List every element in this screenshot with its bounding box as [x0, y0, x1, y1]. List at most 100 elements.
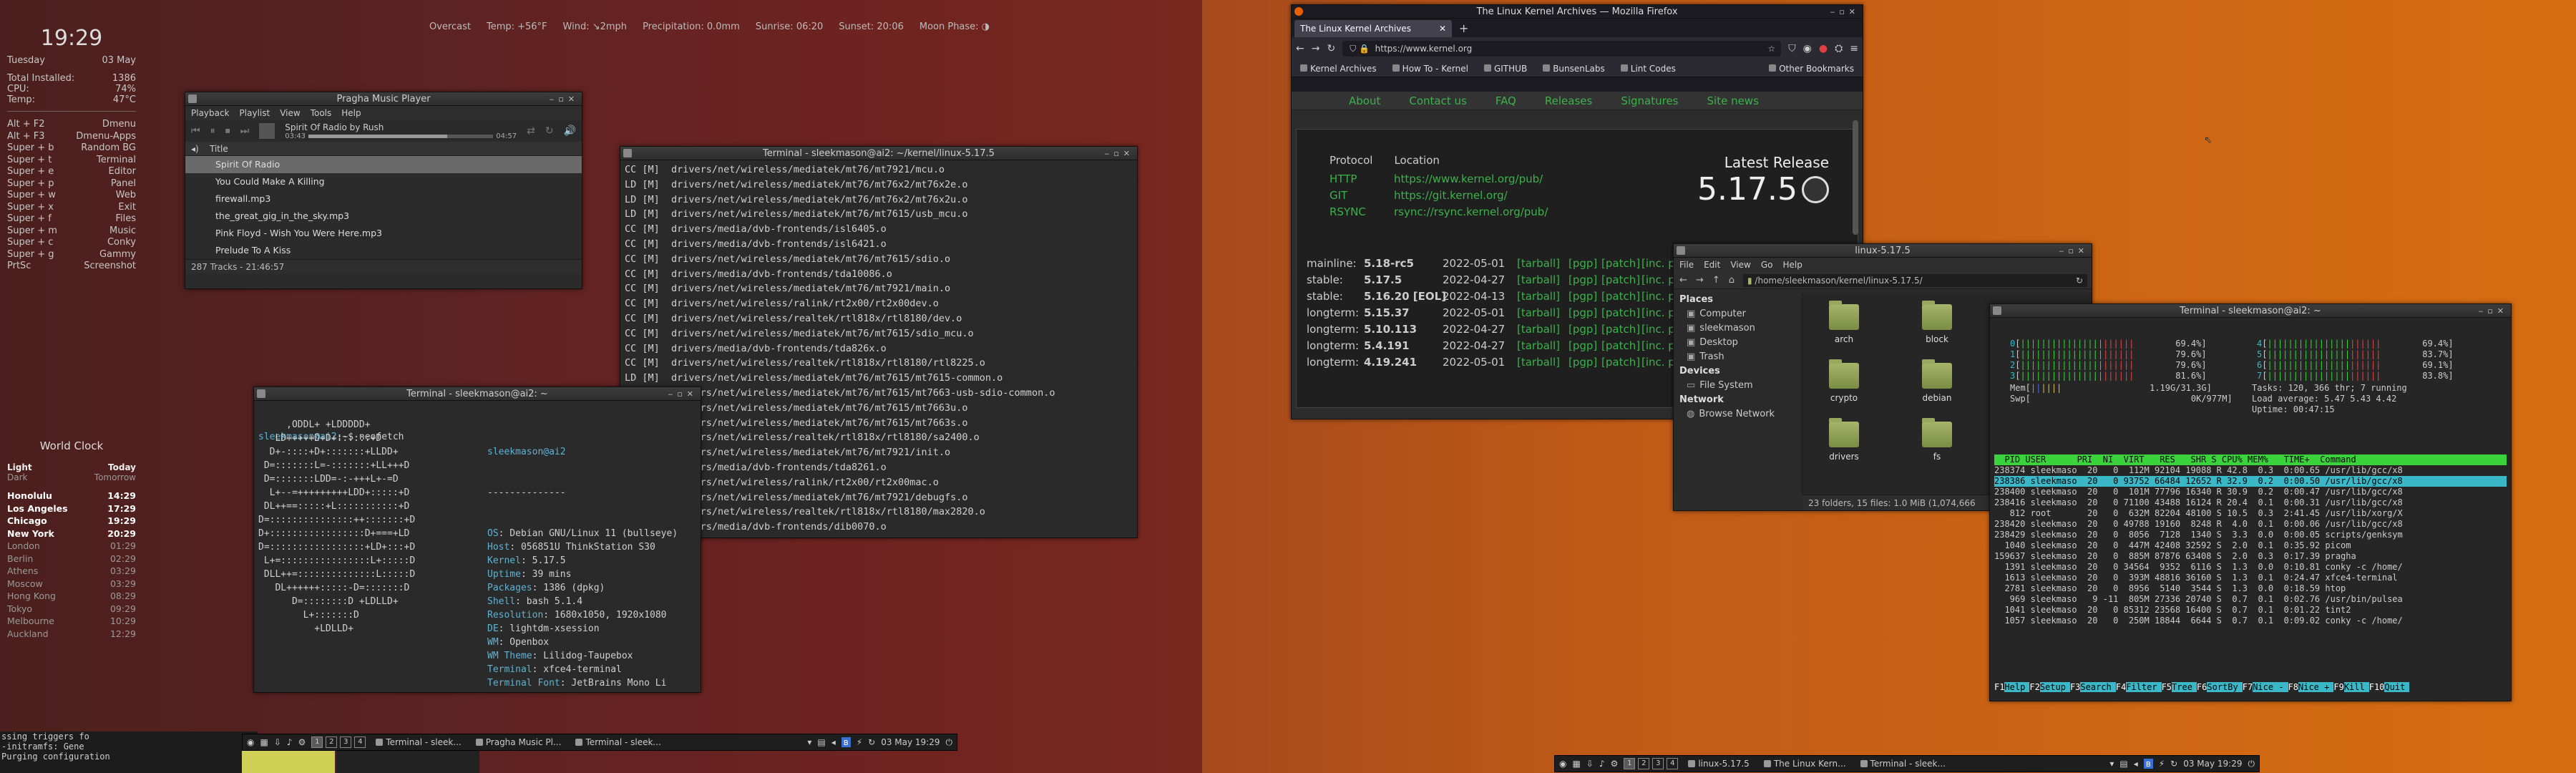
update-icon[interactable]: ↻ — [2170, 759, 2177, 769]
patch-link[interactable]: [patch] — [1601, 288, 1641, 305]
folder-item[interactable]: arch — [1823, 301, 1865, 344]
window-controls[interactable]: ‒▫✕ — [1104, 147, 1134, 160]
folder-item[interactable]: fs — [1916, 418, 1958, 462]
process-row[interactable]: 1613 sleekmaso 20 0 393M 48816 36160 S 1… — [1994, 573, 2507, 583]
neofetch-output[interactable]: sleekmason@ai2:~$ neofetch ,ODDL+ +LDDDD… — [254, 401, 701, 692]
tarball-link[interactable]: [tarball] — [1517, 354, 1568, 371]
patch-link[interactable]: [patch] — [1601, 338, 1641, 354]
pocket-icon[interactable]: ⛉ — [1788, 43, 1796, 54]
tab-kernel-archives[interactable]: The Linux Kernel Archives ✕ — [1294, 20, 1452, 37]
window-controls[interactable]: ‒▫✕ — [2478, 304, 2508, 318]
patch-link[interactable]: [patch] — [1601, 305, 1641, 321]
taskbar-task[interactable]: linux-5.17.5 — [1684, 757, 1753, 771]
thunar-titlebar[interactable]: linux-5.17.5 ‒▫✕ — [1674, 244, 2092, 258]
track-row[interactable]: Spirit Of Radio — [185, 156, 582, 173]
workspace-2[interactable]: 2 — [326, 736, 338, 748]
taskbar-task[interactable]: Terminal - sleek... — [571, 735, 665, 749]
bookmark-item[interactable]: How To - Kernel — [1392, 64, 1468, 74]
settings-icon[interactable]: ⚙ — [1611, 759, 1619, 769]
folder-item[interactable]: crypto — [1823, 359, 1865, 403]
url-bar[interactable]: ⛉ 🔒 https://www.kernel.org ☆ — [1342, 41, 1782, 57]
menu-help[interactable]: Help — [1782, 258, 1802, 272]
protocol-link[interactable]: https://www.kernel.org/pub/ — [1394, 171, 1543, 188]
htop-titlebar[interactable]: Terminal - sleekmason@ai2: ~ ‒▫✕ — [1990, 304, 2511, 318]
volume-icon[interactable]: ♪ — [1599, 759, 1605, 769]
folder-item[interactable]: debian — [1916, 359, 1958, 403]
patch-link[interactable]: [patch] — [1601, 272, 1641, 288]
mic-icon[interactable]: ⇩ — [1586, 759, 1594, 769]
network-icon[interactable]: ⚡ — [2159, 759, 2165, 769]
process-row[interactable]: 238416 sleekmaso 20 0 71100 43488 16124 … — [1994, 497, 2507, 508]
track-row[interactable]: You Could Make A Killing — [185, 173, 582, 190]
bluetooth-icon[interactable]: ʙ — [2143, 759, 2153, 769]
folder-item[interactable]: drivers — [1823, 418, 1865, 462]
site-nav-link[interactable]: Contact us — [1409, 92, 1466, 110]
patch-link[interactable]: [patch] — [1601, 256, 1641, 272]
process-header[interactable]: PID USER PRI NI VIRT RES SHR S CPU% MEM%… — [1994, 454, 2507, 465]
latest-release-version[interactable]: 5.17.5 — [1697, 171, 1797, 208]
sidebar-item[interactable]: ▣ Computer — [1674, 307, 1802, 321]
menu-help[interactable]: Help — [341, 106, 361, 120]
pgp-link[interactable]: [pgp] — [1568, 288, 1601, 305]
workspace-3[interactable]: 3 — [1652, 758, 1664, 769]
download-icon[interactable] — [1802, 175, 1829, 203]
reload-icon[interactable]: ↻ — [1327, 43, 1335, 54]
network-icon[interactable]: ⚡ — [857, 737, 862, 747]
clipboard-icon[interactable]: ▤ — [2119, 759, 2127, 769]
menu-playlist[interactable]: Playlist — [240, 106, 270, 120]
site-nav-link[interactable]: About — [1349, 92, 1380, 110]
neofetch-terminal-titlebar[interactable]: Terminal - sleekmason@ai2: ~ ‒▫✕ — [254, 387, 701, 401]
tarball-link[interactable]: [tarball] — [1517, 338, 1568, 354]
site-nav-link[interactable]: Releases — [1545, 92, 1592, 110]
fkey-f8[interactable]: F8Nice + — [2288, 682, 2334, 693]
sidebar-item[interactable]: ▣ Trash — [1674, 350, 1802, 364]
taskbar-task[interactable]: Terminal - sleek... — [1856, 757, 1950, 771]
track-row[interactable]: firewall.mp3 — [185, 190, 582, 208]
site-nav-link[interactable]: Signatures — [1621, 92, 1678, 110]
bookmark-item[interactable]: BunsenLabs — [1543, 64, 1605, 74]
taskbar-task[interactable]: The Linux Kern... — [1760, 757, 1850, 771]
update-icon[interactable]: ↻ — [868, 737, 875, 747]
bluetooth-icon[interactable]: ʙ — [841, 737, 851, 747]
tarball-link[interactable]: [tarball] — [1517, 321, 1568, 338]
menu-view[interactable]: View — [280, 106, 300, 120]
process-row[interactable]: 1041 sleekmaso 20 0 85312 23568 16400 S … — [1994, 605, 2507, 616]
volume-icon[interactable]: ♪ — [287, 737, 293, 747]
fkey-f6[interactable]: F6SortBy — [2197, 682, 2243, 693]
menu-view[interactable]: View — [1730, 258, 1750, 272]
power-icon[interactable]: ⏻ — [2248, 759, 2255, 769]
track-row[interactable]: Prelude To A Kiss — [185, 242, 582, 259]
back-icon[interactable]: ← — [1296, 43, 1304, 54]
workspace-3[interactable]: 3 — [340, 736, 352, 748]
process-row[interactable]: 2781 sleekmaso 20 0 8956 5140 3544 S 1.3… — [1994, 583, 2507, 594]
pgp-link[interactable]: [pgp] — [1568, 354, 1601, 371]
process-row[interactable]: 238400 sleekmaso 20 0 101M 77796 16340 R… — [1994, 487, 2507, 497]
extensions-icon[interactable]: ⛭ — [1835, 43, 1843, 54]
patch-link[interactable]: [patch] — [1601, 321, 1641, 338]
tarball-link[interactable]: [tarball] — [1517, 272, 1568, 288]
next-icon[interactable]: ⏭ — [240, 125, 250, 137]
play-icon[interactable]: ⏸ — [210, 125, 215, 137]
patch-link[interactable]: [patch] — [1601, 354, 1641, 371]
page-scrollbar[interactable] — [1853, 120, 1858, 235]
column-title[interactable]: Title — [210, 144, 228, 154]
up-icon[interactable]: ↑ — [1712, 275, 1720, 286]
fkey-f5[interactable]: F5Tree — [2162, 682, 2197, 693]
mic-icon[interactable]: ⇩ — [274, 737, 281, 747]
process-row[interactable]: 1040 sleekmaso 20 0 447M 42408 32592 S 2… — [1994, 540, 2507, 551]
speaker-tray-icon[interactable]: ◂ — [2134, 759, 2138, 769]
sidebar-item[interactable]: ▭ File System — [1674, 379, 1802, 393]
bookmark-item[interactable]: Other Bookmarks — [1769, 64, 1854, 74]
folder-item[interactable]: block — [1916, 301, 1958, 344]
path-bar[interactable]: ▮ /home/sleekmason/kernel/linux-5.17.5/ ↻ — [1742, 273, 2087, 287]
home-icon[interactable]: ⌂ — [1729, 275, 1735, 286]
prev-icon[interactable]: ⏮ — [191, 125, 200, 137]
sidebar-item[interactable]: ◍ Browse Network — [1674, 407, 1802, 422]
tarball-link[interactable]: [tarball] — [1517, 256, 1568, 272]
build-terminal-titlebar[interactable]: Terminal - sleekmason@ai2: ~/kernel/linu… — [620, 147, 1137, 160]
pgp-link[interactable]: [pgp] — [1568, 272, 1601, 288]
taskbar-clock[interactable]: 03 May 19:29 — [881, 737, 940, 747]
process-row[interactable]: 1391 sleekmaso 20 0 34564 9352 6116 S 1.… — [1994, 562, 2507, 573]
process-row[interactable]: 812 root 20 0 632M 82204 48100 S 10.5 0.… — [1994, 508, 2507, 519]
apps-icon[interactable]: ▦ — [260, 737, 268, 747]
